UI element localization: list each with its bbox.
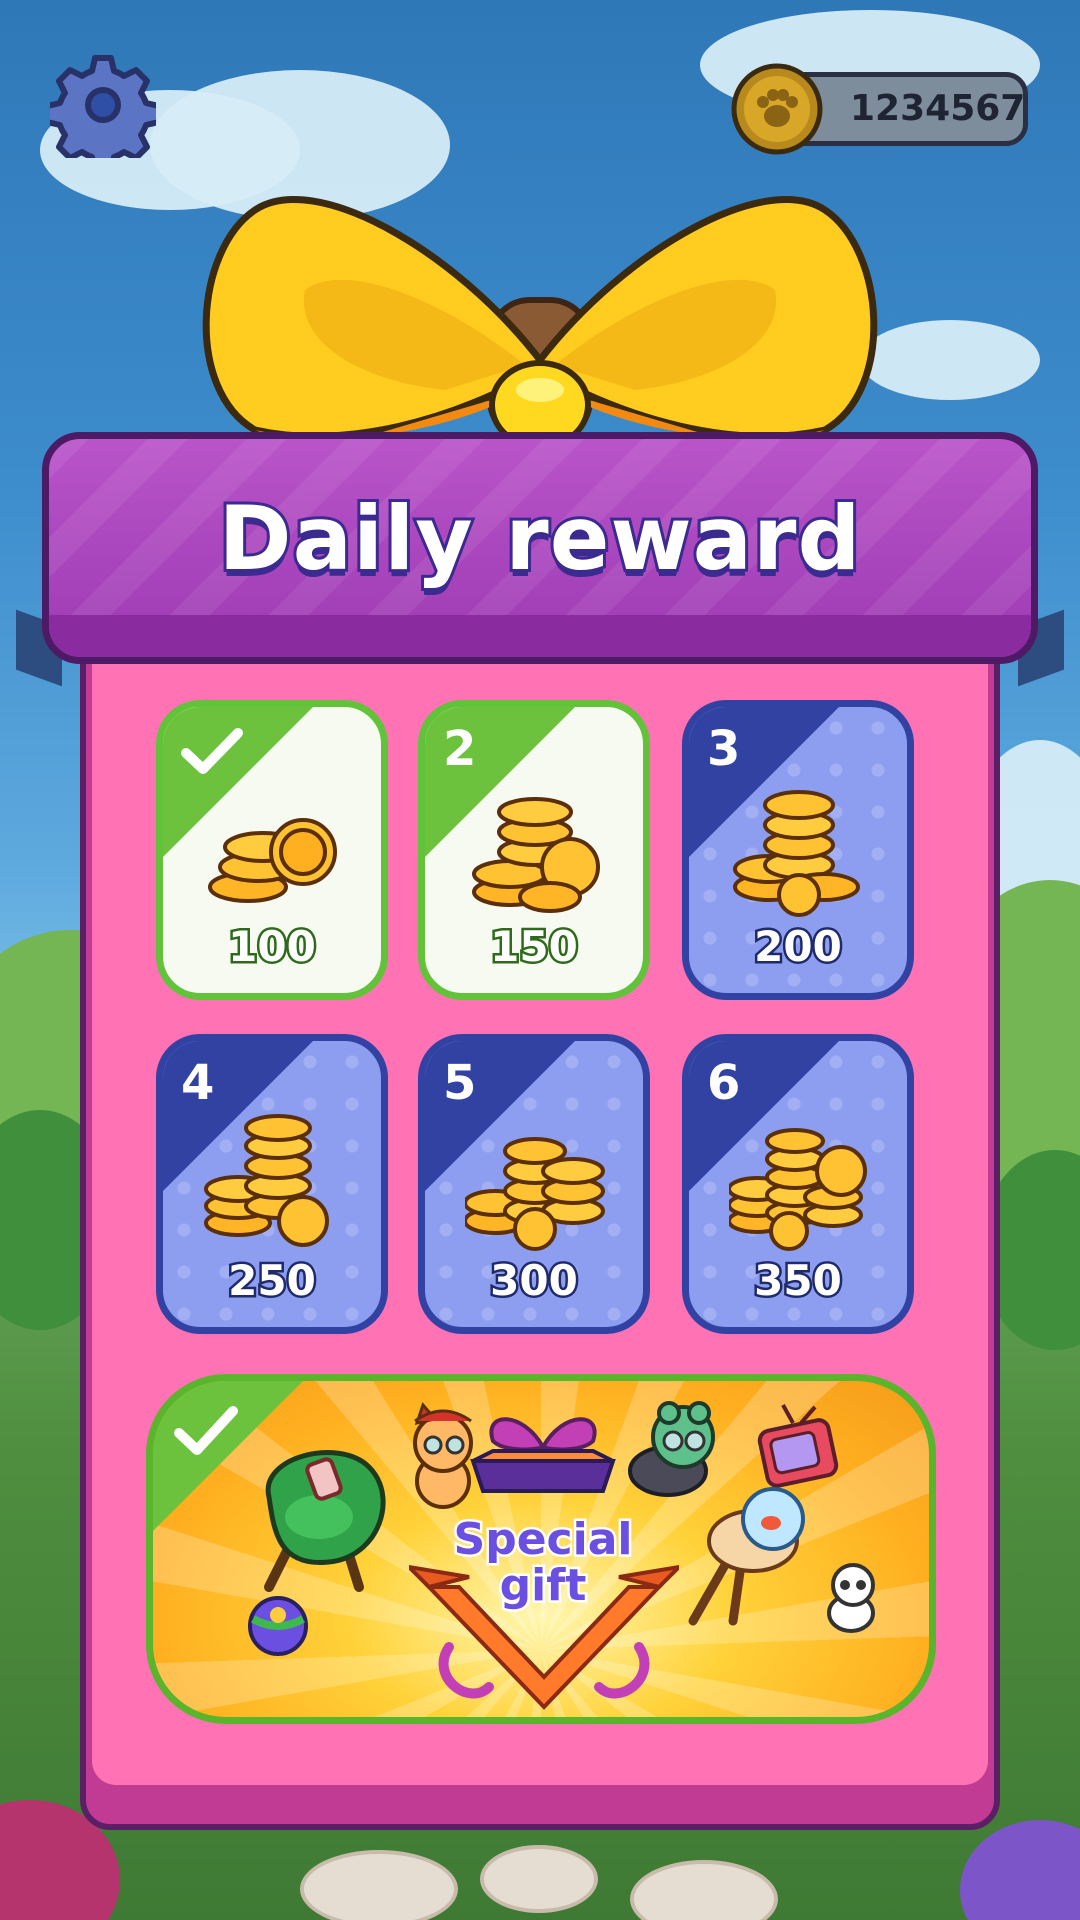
stepping-stone [630, 1860, 778, 1920]
cloud [860, 320, 1040, 400]
day-number: 5 [443, 1055, 477, 1111]
coin-stack-icon [733, 790, 860, 917]
special-gift-line-2: gift [497, 1560, 589, 1611]
check-icon [181, 728, 243, 774]
armchair-icon [264, 1450, 386, 1592]
paw-coin-icon [731, 63, 823, 155]
reward-amount: 300 [488, 1254, 581, 1308]
day-card-4[interactable]: 4 250 [156, 1034, 388, 1334]
coin-stack-icon [204, 1114, 329, 1247]
reward-amount: 250 [226, 1254, 319, 1308]
settings-button[interactable] [44, 52, 162, 173]
flower-bush [960, 1820, 1080, 1920]
day-card-3[interactable]: 3 200 [682, 700, 914, 1000]
stepping-stone [480, 1845, 598, 1913]
day-number: 6 [707, 1055, 741, 1111]
check-icon [174, 1406, 238, 1455]
ball-toy-icon [248, 1596, 308, 1656]
day-card-5[interactable]: 5 300 [418, 1034, 650, 1334]
day-card-1[interactable]: 100 [156, 700, 388, 1000]
reward-amount: 200 [752, 920, 845, 974]
coin-stack-icon [208, 818, 337, 903]
stepping-stone [300, 1850, 458, 1920]
day-number: 4 [181, 1055, 215, 1111]
cat-white-icon [827, 1563, 875, 1633]
tv-icon [757, 1404, 839, 1488]
coin-balance: 1234567 [850, 88, 1026, 129]
day-card-6[interactable]: 6 350 [682, 1034, 914, 1334]
header-shade [49, 615, 1031, 657]
reward-amount: 150 [488, 920, 581, 974]
coin-stack-icon [472, 797, 600, 913]
day-number: 2 [443, 721, 477, 777]
page-title: Daily reward [216, 484, 864, 593]
special-gift-line-1: Special [451, 1514, 635, 1565]
day-number: 3 [707, 721, 741, 777]
gift-lid-icon [470, 1417, 616, 1493]
reward-amount: 350 [752, 1254, 845, 1308]
day-card-2[interactable]: 2 150 [418, 700, 650, 1000]
ribbon-bow [202, 196, 878, 452]
panel-header: Daily reward [42, 432, 1038, 664]
coin-stack-icon [465, 1137, 605, 1251]
coin-counter: 1234567 [730, 62, 1032, 156]
coin-stack-icon [729, 1128, 867, 1251]
game-scene: 1234567 Daily reward 100 2 150 3 200 4 2… [0, 0, 1080, 1920]
reward-amount: 100 [226, 920, 319, 974]
table-fishbowl-icon [688, 1487, 805, 1626]
gear-icon [44, 55, 162, 173]
special-gift-card[interactable]: Special gift [146, 1374, 936, 1724]
special-gift-label: Special gift [443, 1514, 643, 1611]
